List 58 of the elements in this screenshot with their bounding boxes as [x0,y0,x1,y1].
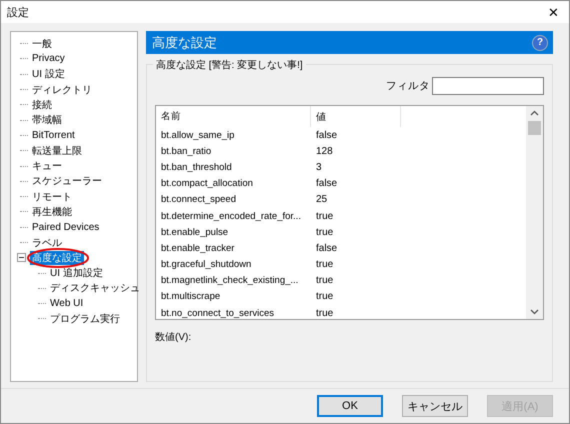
setting-name[interactable]: bt.connect_speed [156,194,311,206]
setting-name[interactable]: bt.magnetlink_check_existing_... [156,275,311,286]
tree-item[interactable]: 転送量上限 [30,144,84,158]
tree-item[interactable]: リモート [30,190,74,204]
tree-item[interactable]: 再生機能 [30,204,74,219]
scrollbar[interactable] [526,106,543,319]
column-header[interactable]: 値 [311,106,401,127]
tree-item[interactable]: スケジューラー [30,174,104,188]
dialog-button[interactable]: キャンセル [402,395,468,417]
setting-value[interactable]: false [311,130,401,141]
setting-value[interactable]: 3 [311,162,401,173]
tree-item[interactable]: 接続 [30,98,54,112]
tree-item[interactable]: BitTorrent [30,130,77,141]
setting-value[interactable]: true [311,308,401,319]
tree-item[interactable]: Paired Devices [30,222,102,233]
tree-item[interactable]: Privacy [30,53,67,64]
panel-title: 高度な設定 [152,34,217,52]
setting-name[interactable]: bt.determine_encoded_rate_for... [156,210,311,222]
dialog-button[interactable]: OK [317,395,383,417]
setting-name[interactable]: bt.allow_same_ip [156,130,311,141]
tree-item[interactable]: 高度な設定 [30,250,84,265]
setting-name[interactable]: bt.ban_ratio [156,146,311,157]
tree-item[interactable]: UI 設定 [30,67,67,82]
tree-item[interactable]: ディスクキャッシュ [48,281,142,296]
filter-label: フィルタ [386,79,430,93]
group-title: 高度な設定 [警告: 変更しない事!] [153,58,306,72]
filter-field[interactable] [432,77,544,95]
setting-value[interactable]: 128 [311,146,401,157]
tree-item[interactable]: 帯域幅 [30,113,64,128]
tree-item[interactable]: Web UI [48,298,86,310]
setting-name[interactable]: bt.no_connect_to_services [156,308,311,319]
setting-value[interactable]: false [311,178,401,190]
setting-name[interactable]: bt.ban_threshold [156,162,311,173]
setting-name[interactable]: bt.graceful_shutdown [156,259,311,270]
tree-item[interactable]: キュー [30,159,64,174]
window-title: 設定 [7,6,29,20]
column-header[interactable]: 名前 [156,106,311,127]
value-label: 数値(V): [155,331,192,344]
help-icon[interactable]: ? [532,34,548,50]
setting-value[interactable]: false [311,242,401,254]
close-button[interactable]: ✕ [548,4,559,20]
tree-item[interactable]: プログラム実行 [48,312,122,326]
setting-value[interactable]: true [311,291,401,302]
setting-name[interactable]: bt.multiscrape [156,291,311,302]
scrollbar-thumb[interactable] [528,121,541,135]
setting-value[interactable]: true [311,275,401,286]
tree-item[interactable]: 一般 [30,36,54,51]
setting-value[interactable]: true [311,226,401,238]
tree-item[interactable]: ラベル [30,236,64,250]
setting-name[interactable]: bt.enable_tracker [156,242,311,254]
tree-item[interactable]: UI 追加設定 [48,266,105,280]
setting-name[interactable]: bt.compact_allocation [156,178,311,190]
setting-value[interactable]: true [311,210,401,222]
setting-value[interactable]: true [311,259,401,270]
setting-name[interactable]: bt.enable_pulse [156,226,311,238]
collapse-icon[interactable] [17,253,26,262]
tree-item[interactable]: ディレクトリ [30,82,94,97]
setting-value[interactable]: 25 [311,194,401,206]
